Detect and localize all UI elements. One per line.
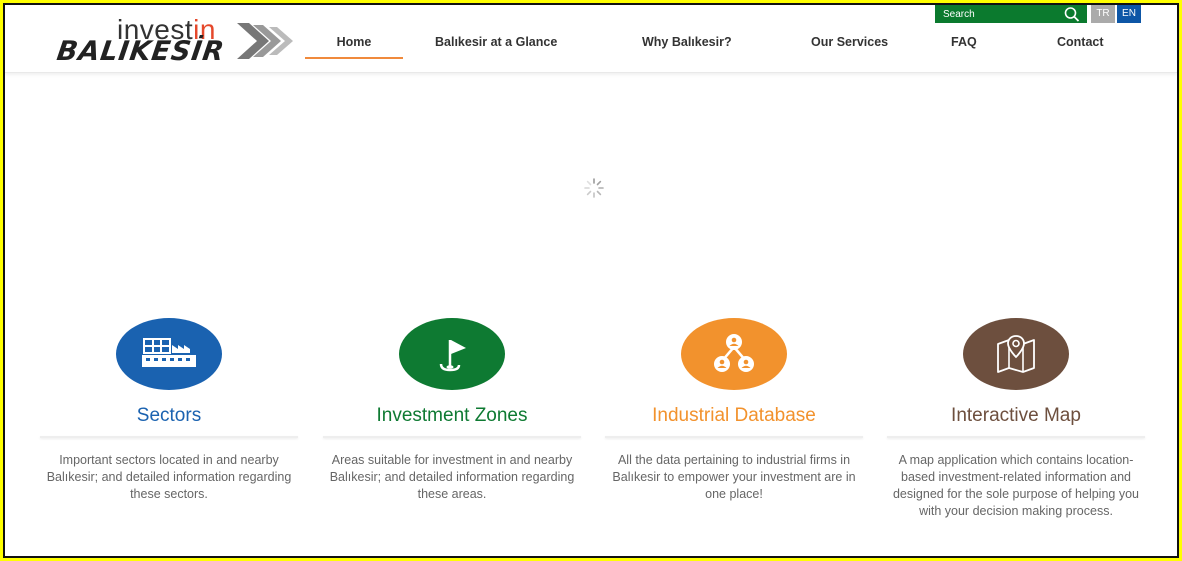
feature-divider <box>887 436 1145 438</box>
feature-sectors[interactable]: Sectors Important sectors located in and… <box>40 318 298 503</box>
feature-title[interactable]: Industrial Database <box>605 402 863 430</box>
feature-divider <box>323 436 581 438</box>
feature-description: Important sectors located in and nearby … <box>46 453 292 501</box>
feature-description: A map application which contains locatio… <box>892 453 1139 518</box>
map-pin-icon <box>997 335 1035 373</box>
golf-flag-icon <box>439 340 466 372</box>
feature-title[interactable]: Interactive Map <box>887 402 1145 430</box>
feature-investment-zones[interactable]: Investment Zones Areas suitable for inve… <box>323 318 581 503</box>
site-header: investin BALIKESİR TR EN Home Balıkesir … <box>5 5 1177 73</box>
nav-faq[interactable]: FAQ <box>951 33 977 59</box>
search-icon[interactable] <box>1063 6 1081 22</box>
feature-title[interactable]: Investment Zones <box>323 402 581 430</box>
network-users-icon <box>714 334 754 372</box>
logo-text-bottom: BALIKESİR <box>54 36 227 67</box>
feature-divider <box>605 436 863 438</box>
feature-icon-circle[interactable] <box>399 318 505 390</box>
feature-icon-circle[interactable] <box>116 318 222 390</box>
feature-description: Areas suitable for investment in and nea… <box>329 453 575 501</box>
language-tr-button[interactable]: TR <box>1091 5 1115 23</box>
feature-interactive-map[interactable]: Interactive Map A map application which … <box>887 318 1145 520</box>
factory-icon <box>142 338 196 367</box>
nav-our-services[interactable]: Our Services <box>811 33 888 59</box>
loading-spinner-icon <box>584 178 604 198</box>
logo-arrow-icon <box>237 23 293 59</box>
search-input[interactable] <box>935 5 1061 23</box>
nav-home[interactable]: Home <box>305 33 403 59</box>
nav-why-balikesir[interactable]: Why Balıkesir? <box>642 33 732 59</box>
feature-icon-circle[interactable] <box>681 318 787 390</box>
nav-balikesir-at-a-glance[interactable]: Balıkesir at a Glance <box>435 33 557 59</box>
page-frame: investin BALIKESİR TR EN Home Balıkesir … <box>3 3 1179 558</box>
feature-divider <box>40 436 298 438</box>
feature-title[interactable]: Sectors <box>40 402 298 430</box>
feature-industrial-database[interactable]: Industrial Database All the data pertain… <box>605 318 863 503</box>
site-logo[interactable]: investin BALIKESİR <box>54 15 297 67</box>
language-en-button[interactable]: EN <box>1117 5 1141 23</box>
feature-icon-circle[interactable] <box>963 318 1069 390</box>
search-box <box>935 5 1087 23</box>
nav-contact[interactable]: Contact <box>1057 33 1104 59</box>
feature-description: All the data pertaining to industrial fi… <box>612 453 856 501</box>
